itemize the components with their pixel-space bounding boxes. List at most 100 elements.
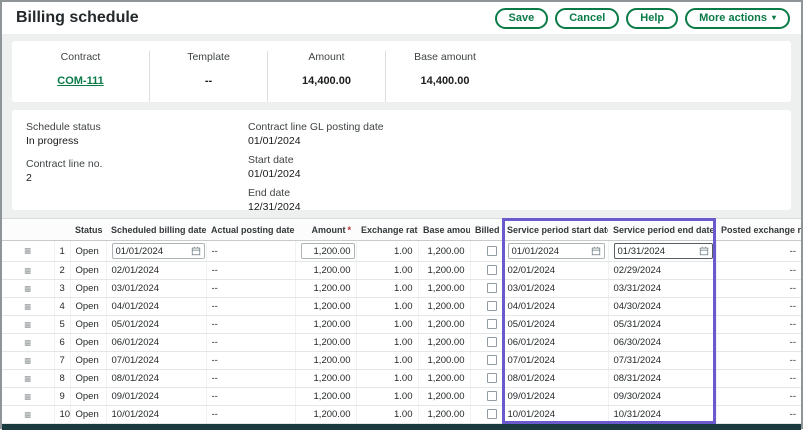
col-actual-posting-date: Actual posting date: [206, 219, 295, 241]
billed-checkbox[interactable]: [487, 409, 497, 419]
col-service-period-end: Service period end date: [608, 219, 716, 241]
base-amount: 1,200.00: [418, 352, 470, 370]
exchange-rate: 1.00: [356, 334, 418, 352]
end-date-label: End date: [248, 186, 384, 200]
row-status: Open: [70, 298, 106, 316]
exchange-rate: 1.00: [356, 280, 418, 298]
calendar-icon[interactable]: [699, 246, 709, 256]
page-header: Billing schedule Save Cancel Help More a…: [2, 2, 801, 34]
drag-handle-icon[interactable]: ≡: [24, 354, 31, 368]
billed-checkbox[interactable]: [487, 319, 497, 329]
base-amount: 1,200.00: [418, 334, 470, 352]
schedule-status-label: Schedule status: [26, 120, 248, 134]
posted-exchange-rate: --: [716, 241, 801, 262]
service-period-start-date: 03/01/2024: [502, 280, 608, 298]
col-base-amount: Base amount: [418, 219, 470, 241]
drag-handle-icon[interactable]: ≡: [24, 282, 31, 296]
billed-checkbox[interactable]: [487, 301, 497, 311]
billing-table-body: ≡1Open--1.001,200.00--≡2Open02/01/2024--…: [2, 241, 801, 424]
service-period-end-date: 08/31/2024: [608, 370, 716, 388]
details-left-column: Schedule status In progress Contract lin…: [26, 120, 248, 210]
details-right-column: Contract line GL posting date 01/01/2024…: [248, 120, 384, 210]
amount: 1,200.00: [295, 334, 356, 352]
cancel-button[interactable]: Cancel: [555, 8, 619, 29]
calendar-icon[interactable]: [191, 246, 201, 256]
schedule-status-field: Schedule status In progress: [26, 120, 248, 148]
drag-handle-icon[interactable]: ≡: [24, 244, 31, 258]
base-amount: 1,200.00: [418, 406, 470, 424]
service-period-start-date[interactable]: [508, 243, 605, 259]
billing-row-2: ≡2Open02/01/2024--1,200.001.001,200.0002…: [2, 262, 801, 280]
end-date-value: 12/31/2024: [248, 200, 384, 210]
service-period-start-date: 09/01/2024: [502, 388, 608, 406]
service-period-end-date: 04/30/2024: [608, 298, 716, 316]
exchange-rate: 1.00: [356, 352, 418, 370]
calendar-icon[interactable]: [591, 246, 601, 256]
billing-row-7: ≡7Open07/01/2024--1,200.001.001,200.0007…: [2, 352, 801, 370]
base-amount: 1,200.00: [418, 241, 470, 262]
billed-checkbox[interactable]: [487, 246, 497, 256]
billed-checkbox[interactable]: [487, 337, 497, 347]
service-period-start-date: 07/01/2024: [502, 352, 608, 370]
row-status: Open: [70, 280, 106, 298]
scheduled-billing-date: 03/01/2024: [106, 280, 206, 298]
drag-handle-icon[interactable]: ≡: [24, 318, 31, 332]
exchange-rate: 1.00: [356, 298, 418, 316]
row-status: Open: [70, 241, 106, 262]
service-period-start-date: 06/01/2024: [502, 334, 608, 352]
service-period-end-date: 05/31/2024: [608, 316, 716, 334]
drag-handle-icon[interactable]: ≡: [24, 264, 31, 278]
drag-handle-icon[interactable]: ≡: [24, 408, 31, 422]
drag-handle-icon[interactable]: ≡: [24, 336, 31, 350]
summary-card: Contract COM-111 Template -- Amount 14,4…: [12, 41, 791, 102]
gl-posting-date-field: Contract line GL posting date 01/01/2024: [248, 120, 384, 148]
more-actions-button[interactable]: More actions ▾: [685, 8, 790, 29]
summary-contract: Contract COM-111: [12, 51, 150, 102]
posted-exchange-rate: --: [716, 280, 801, 298]
posted-exchange-rate: --: [716, 370, 801, 388]
service-period-end-date: 06/30/2024: [608, 334, 716, 352]
col-scheduled-billing-date: Scheduled billing date*: [106, 219, 206, 241]
service-period-start-date-input[interactable]: [512, 246, 589, 257]
row-number: 2: [54, 262, 70, 280]
drag-handle-icon[interactable]: ≡: [24, 372, 31, 386]
billing-row-1: ≡1Open--1.001,200.00--: [2, 241, 801, 262]
required-asterisk: *: [347, 225, 351, 235]
drag-handle-icon[interactable]: ≡: [24, 300, 31, 314]
billed-checkbox[interactable]: [487, 283, 497, 293]
service-period-end-date: 10/31/2024: [608, 406, 716, 424]
drag-handle-icon[interactable]: ≡: [24, 390, 31, 404]
amount: 1,200.00: [295, 352, 356, 370]
gl-posting-date-value: 01/01/2024: [248, 134, 384, 148]
actual-posting-date: --: [206, 298, 295, 316]
billed-checkbox[interactable]: [487, 355, 497, 365]
posted-exchange-rate: --: [716, 316, 801, 334]
table-header-row: Status Scheduled billing date* Actual po…: [2, 219, 801, 241]
billed-checkbox[interactable]: [487, 265, 497, 275]
save-button[interactable]: Save: [495, 8, 549, 29]
row-status: Open: [70, 352, 106, 370]
help-button[interactable]: Help: [626, 8, 678, 29]
billed-checkbox[interactable]: [487, 373, 497, 383]
scheduled-billing-date-input[interactable]: [116, 246, 189, 257]
service-period-end-date: 03/31/2024: [608, 280, 716, 298]
row-number: 1: [54, 241, 70, 262]
billing-row-4: ≡4Open04/01/2024--1,200.001.001,200.0004…: [2, 298, 801, 316]
service-period-start-date: 05/01/2024: [502, 316, 608, 334]
row-number: 8: [54, 370, 70, 388]
service-period-end-date-input[interactable]: [618, 246, 697, 257]
contract-label: Contract: [20, 51, 141, 63]
amount-input[interactable]: [301, 243, 355, 259]
scheduled-billing-date: 04/01/2024: [106, 298, 206, 316]
scheduled-billing-date[interactable]: [112, 243, 205, 259]
end-date-field: End date 12/31/2024: [248, 186, 384, 210]
amount-value: 14,400.00: [302, 75, 351, 87]
base-amount-label: Base amount: [394, 51, 496, 63]
scheduled-billing-date: 07/01/2024: [106, 352, 206, 370]
contract-link[interactable]: COM-111: [57, 75, 103, 87]
scheduled-billing-date: 10/01/2024: [106, 406, 206, 424]
service-period-end-date[interactable]: [614, 243, 713, 259]
service-period-start-date: 08/01/2024: [502, 370, 608, 388]
footer-bar: [2, 424, 801, 430]
billed-checkbox[interactable]: [487, 391, 497, 401]
